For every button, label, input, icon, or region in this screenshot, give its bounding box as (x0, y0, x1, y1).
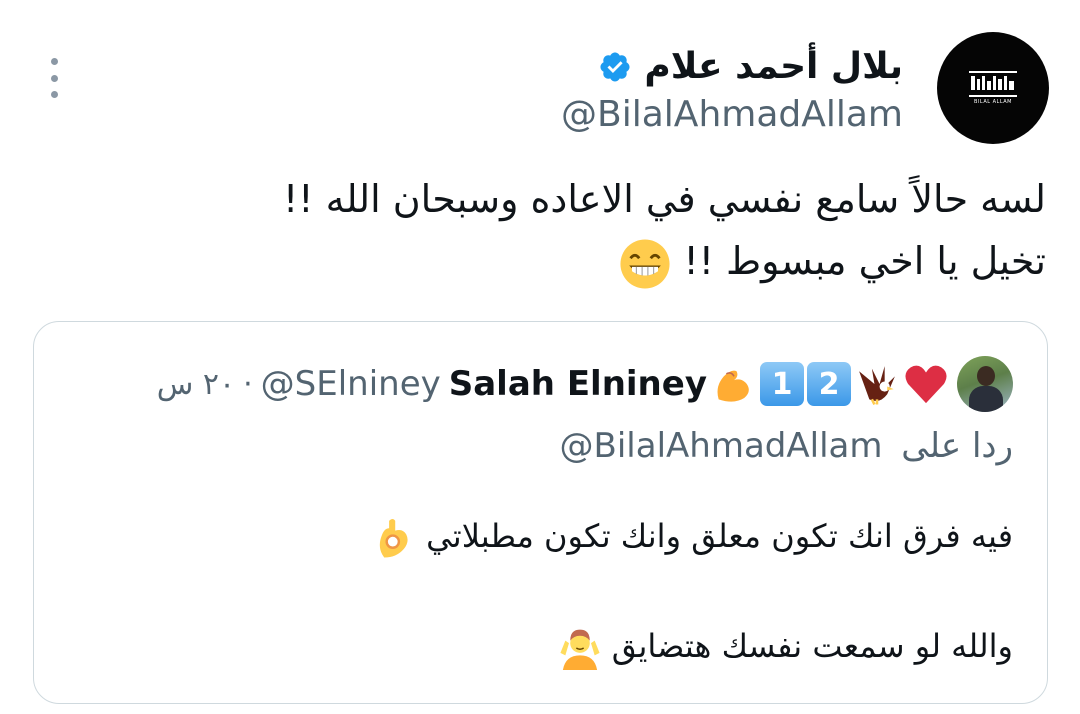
tweet-view: BILAL ALLAM بلال أحمد علام @BilalAhmadAl… (0, 0, 1080, 714)
quoted-tweet-header: Salah Elniney 1 2 @SElniney · ٢٠ س (157, 356, 1013, 412)
author-handle[interactable]: @BilalAhmadAllam (561, 92, 903, 138)
author-avatar[interactable]: BILAL ALLAM (937, 32, 1049, 144)
tweet-text-line-1: لسه حالاً سامع نفسي في الاعاده وسبحان ال… (283, 177, 1046, 221)
more-options-icon[interactable] (46, 58, 62, 98)
flexed-biceps-icon (717, 370, 749, 402)
author-row: بلال أحمد علام (598, 42, 903, 92)
bilal-logo-icon (971, 76, 1014, 90)
quoted-text-line-2-text: والله لو سمعت نفسك هتضايق (611, 627, 1013, 665)
more-dot (50, 74, 58, 82)
eagle-icon (859, 366, 895, 406)
grinning-face-icon (620, 238, 670, 289)
tweet-text-line-2: تخيل يا اخي مبسوط !! (46, 230, 1046, 292)
quoted-author-display-name: Salah Elniney (448, 364, 707, 404)
quoted-author-handle[interactable]: @SElniney (261, 364, 441, 404)
replying-to-prefix: ردا على (901, 426, 1013, 466)
quoted-text-line-2: والله لو سمعت نفسك هتضايق (558, 622, 1013, 670)
quoted-author-name-emojis: 1 2 (711, 361, 949, 407)
quoted-tweet-time[interactable]: ٢٠ س (157, 367, 235, 402)
replying-to: ردا على @BilalAhmadAllam (560, 426, 1013, 466)
quoted-text-line-1-text: فيه فرق انك تكون معلق وانك تكون مطبلاتي (426, 517, 1013, 555)
verified-badge-icon[interactable] (598, 50, 632, 84)
tweet-text: لسه حالاً سامع نفسي في الاعاده وسبحان ال… (46, 168, 1046, 292)
tweet-text-line-2-text: تخيل يا اخي مبسوط !! (683, 239, 1046, 283)
avatar-head (977, 366, 995, 386)
author-display-name[interactable]: بلال أحمد علام (644, 42, 903, 92)
more-dot (50, 58, 58, 65)
quoted-text-line-1: فيه فرق انك تكون معلق وانك تكون مطبلاتي (372, 512, 1013, 560)
quoted-tweet-card[interactable]: Salah Elniney 1 2 @SElniney · ٢٠ س ردا ع… (33, 321, 1048, 704)
quoted-author-name-wrap[interactable]: Salah Elniney 1 2 (449, 361, 949, 407)
ok-hand-icon (379, 519, 408, 558)
avatar-logo-text: BILAL ALLAM (974, 99, 1012, 105)
avatar-body (969, 386, 1003, 412)
replying-to-handle[interactable]: @BilalAhmadAllam (560, 426, 883, 466)
keycap-1-icon: 1 (760, 362, 804, 406)
keycap-2-icon: 2 (807, 362, 851, 406)
person-shrugging-icon (560, 629, 600, 670)
separator-dot: · (243, 366, 253, 402)
quoted-author-avatar[interactable] (957, 356, 1013, 412)
more-dot (50, 91, 58, 98)
red-heart-icon (905, 365, 947, 404)
avatar-logo (969, 71, 1017, 97)
